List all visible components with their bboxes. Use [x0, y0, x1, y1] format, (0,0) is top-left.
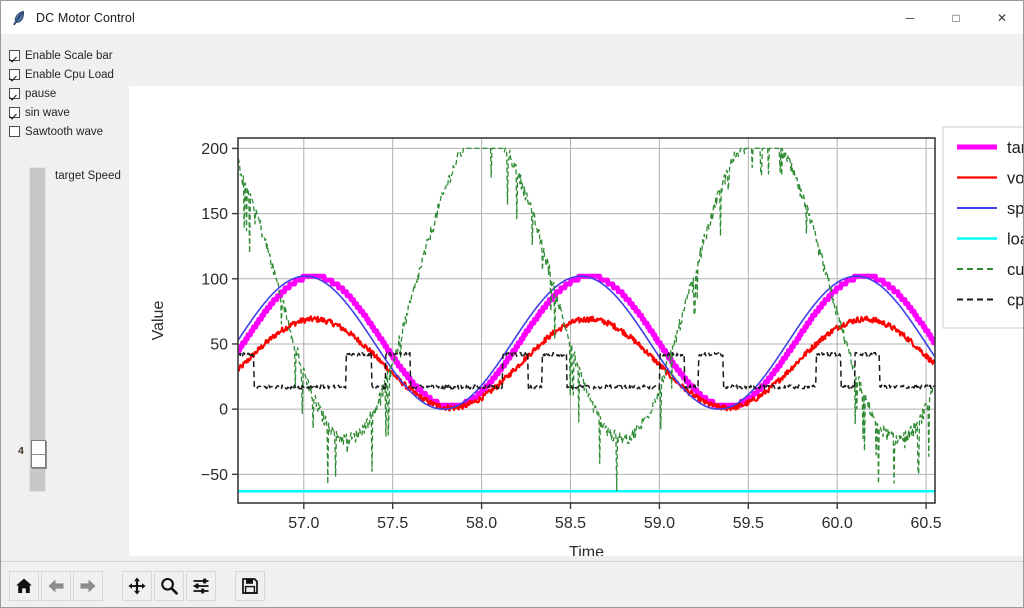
tool-group — [114, 570, 217, 601]
scale-value: 4 — [18, 445, 24, 457]
legend-label-voltage: voltage — [1007, 170, 1024, 188]
back-button[interactable] — [41, 570, 71, 601]
control-panel: Enable Scale bar Enable Cpu Load pause sin … — [1, 34, 129, 561]
motor-plot[interactable]: −50 0 50 100 150 200 57.0 57.5 58.0 58.5 59.0 59.5 6… — [129, 86, 1024, 556]
y-tick-label: −50 — [201, 467, 228, 484]
close-icon: ✕ — [996, 10, 1008, 25]
checkbox-label-sawtooth-wave: Sawtooth wave — [25, 125, 103, 138]
feather-icon — [10, 9, 28, 27]
legend-label-loadTorque: loadTorque — [1007, 231, 1024, 249]
title-bar: DC Motor Control ─ □ ✕ — [1, 1, 1023, 35]
legend-label-current: current — [1007, 261, 1024, 279]
legend: targetSpeed voltage speed loadTorque current… — [942, 126, 1024, 329]
y-tick-label: 200 — [201, 141, 228, 158]
window-controls: ─ □ ✕ — [887, 1, 1023, 34]
legend-label-targetSpeed: targetSpeed — [1007, 139, 1024, 157]
panel-filler — [129, 34, 1023, 86]
legend-label-cpu_load: cpu_load — [1007, 292, 1024, 310]
checkbox-label-enable-scale-bar: Enable Scale bar — [25, 49, 113, 62]
home-icon — [16, 578, 32, 593]
file-group — [227, 570, 266, 601]
x-tick-label: 57.0 — [288, 515, 319, 532]
pan-button[interactable] — [122, 570, 152, 601]
checkbox-row-pause[interactable]: pause — [9, 85, 129, 102]
checkbox-row-enable-scale-bar[interactable]: Enable Scale bar — [9, 47, 129, 64]
x-tick-label: 60.0 — [822, 515, 853, 532]
checkbox-sin-wave[interactable] — [9, 107, 20, 118]
forward-button[interactable] — [73, 570, 103, 601]
y-tick-label: 150 — [201, 206, 228, 223]
legend-label-speed: speed — [1007, 200, 1024, 218]
move-icon — [128, 577, 146, 594]
checkbox-row-sawtooth-wave[interactable]: Sawtooth wave — [9, 123, 129, 140]
scale-thumb[interactable] — [31, 440, 46, 468]
y-tick-label: 100 — [201, 271, 228, 288]
scale-trough[interactable] — [29, 167, 46, 492]
x-tick-label: 59.0 — [644, 515, 675, 532]
x-tick-label: 59.5 — [733, 515, 764, 532]
magnifier-icon — [161, 577, 178, 595]
x-axis-label: Time — [569, 544, 604, 556]
save-button[interactable] — [235, 570, 265, 601]
window-title: DC Motor Control — [36, 10, 135, 25]
x-tick-label: 58.0 — [466, 515, 497, 532]
nav-group — [1, 570, 104, 601]
close-button[interactable]: ✕ — [979, 1, 1023, 34]
minimize-icon: ─ — [905, 10, 915, 25]
y-tick-label: 50 — [210, 336, 228, 353]
arrow-left-icon — [48, 579, 64, 592]
checkbox-row-sin-wave[interactable]: sin wave — [9, 104, 129, 121]
y-axis-label: Value — [150, 301, 167, 341]
checkbox-label-pause: pause — [25, 87, 57, 100]
checkbox-label-enable-cpu-load: Enable Cpu Load — [25, 68, 114, 81]
checkbox-row-enable-cpu-load[interactable]: Enable Cpu Load — [9, 66, 129, 83]
checkbox-enable-scale-bar[interactable] — [9, 50, 20, 61]
configure-subplots-button[interactable] — [186, 570, 216, 601]
maximize-icon: □ — [952, 10, 960, 25]
target-speed-label: target Speed — [55, 170, 121, 182]
checkbox-list: Enable Scale bar Enable Cpu Load pause sin … — [1, 47, 129, 140]
target-speed-scale[interactable]: target Speed 4 — [18, 164, 125, 504]
checkbox-sawtooth-wave[interactable] — [9, 126, 20, 137]
plot-canvas[interactable]: −50 0 50 100 150 200 57.0 57.5 58.0 58.5 59.0 59.5 6… — [129, 86, 1024, 556]
sliders-icon — [193, 578, 209, 593]
checkbox-enable-cpu-load[interactable] — [9, 69, 20, 80]
x-tick-label: 58.5 — [555, 515, 586, 532]
dc-motor-control-window: DC Motor Control ─ □ ✕ Enable Scale bar E… — [0, 0, 1024, 608]
home-button[interactable] — [9, 570, 39, 601]
x-tick-label: 60.5 — [911, 515, 942, 532]
x-tick-label: 57.5 — [377, 515, 408, 532]
floppy-disk-icon — [242, 577, 258, 594]
arrow-right-icon — [80, 579, 96, 592]
y-tick-label: 0 — [219, 402, 228, 419]
maximize-button[interactable]: □ — [933, 1, 979, 34]
navigation-toolbar — [1, 561, 1023, 607]
minimize-button[interactable]: ─ — [887, 1, 933, 34]
zoom-button[interactable] — [154, 570, 184, 601]
checkbox-label-sin-wave: sin wave — [25, 106, 70, 119]
checkbox-pause[interactable] — [9, 88, 20, 99]
